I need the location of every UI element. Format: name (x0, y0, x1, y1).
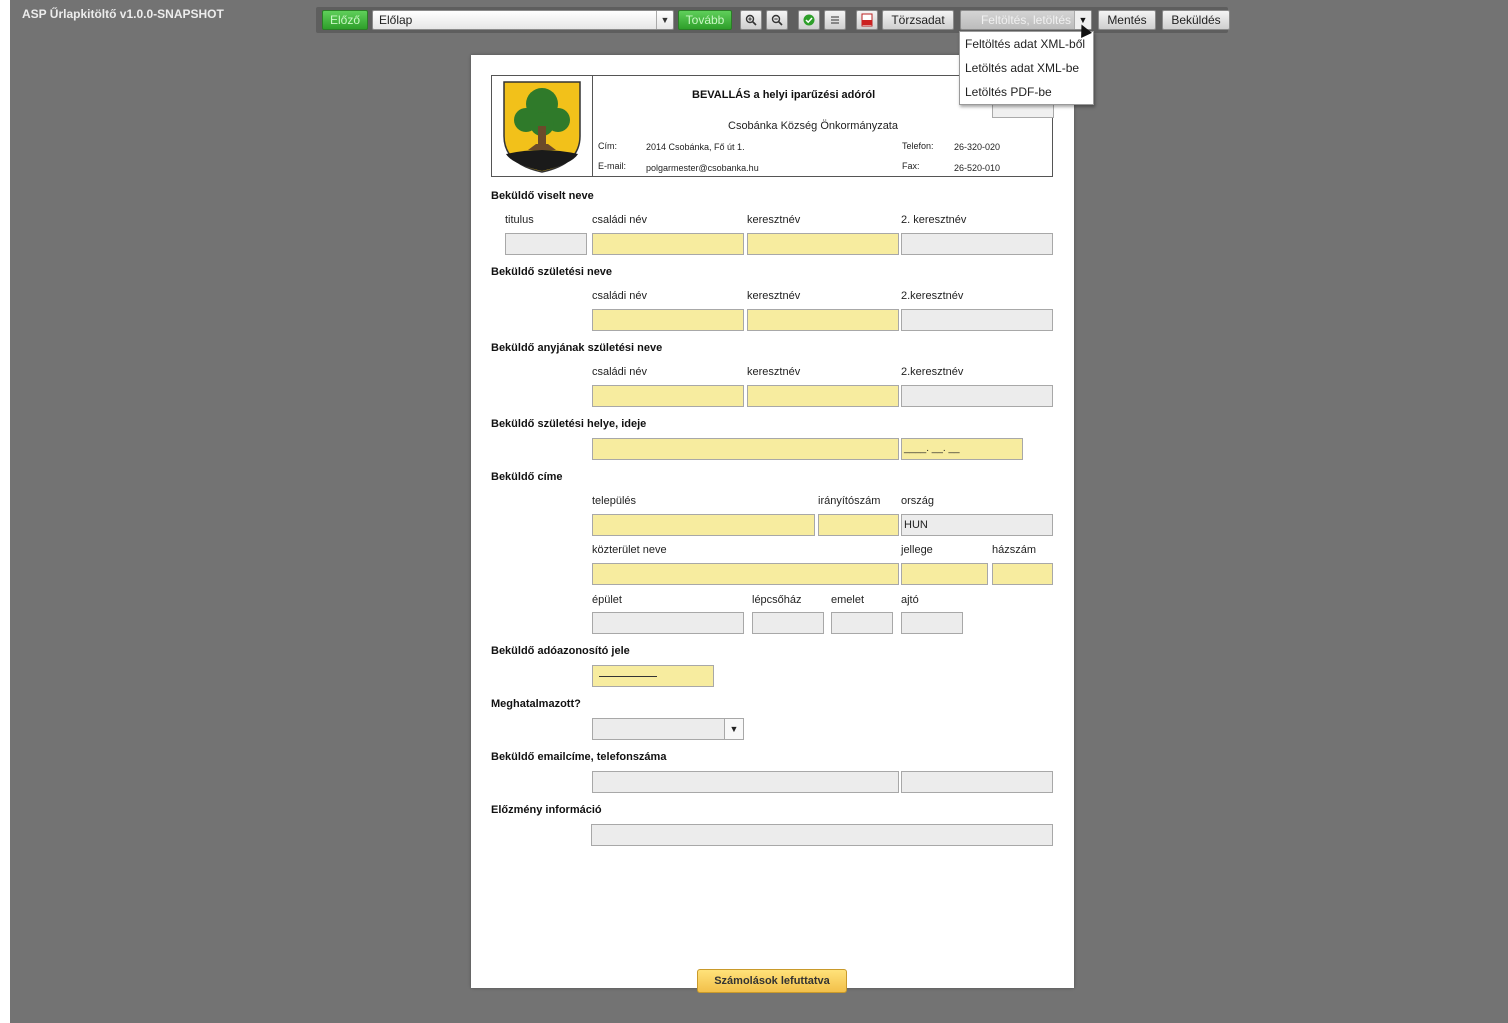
submit-button[interactable]: Beküldés (1162, 10, 1230, 30)
menu-item-upload-xml[interactable]: Feltöltés adat XML-ből (960, 32, 1093, 56)
phone-value: 26-320-020 (954, 142, 1001, 152)
address-label: Cím: (598, 141, 617, 151)
house-number-input[interactable] (992, 563, 1053, 585)
label-door: ajtó (901, 594, 919, 606)
birth-date-input[interactable]: ____. __. __ (901, 438, 1023, 460)
building-input[interactable] (592, 612, 744, 634)
label-mother-family-name: családi név (592, 366, 648, 378)
phone-label: Telefon: (902, 141, 934, 151)
section-address: Beküldő címe (491, 471, 563, 483)
mother-given-name-input[interactable] (747, 385, 899, 407)
app-title: ASP Űrlapkitöltő v1.0.0-SNAPSHOT (22, 7, 224, 21)
label-second-given-name: 2. keresztnév (901, 214, 967, 226)
section-contact: Beküldő emailcíme, telefonszáma (491, 751, 667, 763)
label-birth-given-name: keresztnév (747, 290, 801, 302)
family-name-input[interactable] (592, 233, 744, 255)
upload-download-menu: Feltöltés adat XML-ből Letöltés adat XML… (959, 31, 1094, 105)
section-birth-place: Beküldő születési helye, ideje (491, 418, 647, 430)
label-country: ország (901, 495, 935, 507)
crest (492, 76, 593, 176)
label-street-type: jellege (901, 544, 933, 556)
label-building: épület (592, 594, 622, 606)
section-tax-id: Beküldő adóazonosító jele (491, 645, 630, 657)
list-icon (831, 16, 839, 24)
toolbar: Előző Előlap ▼ Tovább Törzsadat Feltölté… (316, 7, 1230, 33)
prev-button[interactable]: Előző (322, 10, 368, 30)
chevron-down-icon: ▼ (724, 719, 743, 739)
zoom-out-icon (771, 14, 783, 26)
list-button[interactable] (824, 10, 846, 30)
zoom-in-icon (745, 14, 757, 26)
label-given-name: keresztnév (747, 214, 801, 226)
birth-given-name-input[interactable] (747, 309, 899, 331)
upload-download-button[interactable]: Feltöltés, letöltés ▼ (960, 10, 1092, 30)
section-mother-name: Beküldő anyjának születési neve (491, 342, 663, 354)
second-given-name-input[interactable] (901, 233, 1053, 255)
master-data-button[interactable]: Törzsadat (882, 10, 954, 30)
mother-second-given-name-input[interactable] (901, 385, 1053, 407)
birth-place-input[interactable] (592, 438, 899, 460)
zoom-in-button[interactable] (740, 10, 762, 30)
mother-family-name-input[interactable] (592, 385, 744, 407)
contact-phone-input[interactable] (901, 771, 1053, 793)
label-mother-second-given-name: 2.keresztnév (901, 366, 964, 378)
address-value: 2014 Csobánka, Fő út 1. (646, 142, 745, 152)
street-type-input[interactable] (901, 563, 988, 585)
form-page: BEVALLÁS a helyi iparűzési adóról Csobán… (471, 55, 1074, 993)
door-input[interactable] (901, 612, 963, 634)
calculations-button[interactable]: Számolások lefuttatva (697, 969, 847, 993)
authorized-select[interactable]: ▼ (592, 718, 744, 740)
form-title: BEVALLÁS a helyi iparűzési adóról (692, 89, 876, 101)
birth-family-name-input[interactable] (592, 309, 744, 331)
save-button[interactable]: Mentés (1098, 10, 1156, 30)
next-button[interactable]: Tovább (678, 10, 732, 30)
check-button[interactable] (798, 10, 820, 30)
given-name-input[interactable] (747, 233, 899, 255)
coat-of-arms-icon (503, 81, 581, 173)
label-family-name: családi név (592, 214, 648, 226)
page-select[interactable]: Előlap ▼ (372, 10, 674, 30)
fax-value: 26-520-010 (954, 163, 1001, 173)
titulus-input[interactable] (505, 233, 587, 255)
zoom-out-button[interactable] (766, 10, 788, 30)
pdf-button[interactable] (856, 10, 878, 30)
section-authorized: Meghatalmazott? (491, 698, 581, 710)
app-window: ASP Űrlapkitöltő v1.0.0-SNAPSHOT Előző E… (10, 0, 1508, 1023)
pdf-icon (861, 13, 873, 27)
upload-download-label: Feltöltés, letöltés (980, 13, 1072, 27)
section-name: Beküldő viselt neve (491, 190, 594, 202)
label-birth-second-given-name: 2.keresztnév (901, 290, 964, 302)
floor-input[interactable] (831, 612, 893, 634)
menu-item-download-pdf[interactable]: Letöltés PDF-be (960, 80, 1093, 104)
stairs-input[interactable] (752, 612, 824, 634)
chevron-down-icon: ▼ (656, 11, 673, 29)
label-birth-family-name: családi név (592, 290, 648, 302)
fax-label: Fax: (902, 161, 920, 171)
tax-id-input[interactable] (592, 665, 714, 687)
label-mother-given-name: keresztnév (747, 366, 801, 378)
birth-second-given-name-input[interactable] (901, 309, 1053, 331)
country-input[interactable]: HUN (901, 514, 1053, 536)
organization-name: Csobánka Község Önkormányzata (728, 120, 898, 132)
contact-email-input[interactable] (592, 771, 899, 793)
label-stairs: lépcsőház (752, 594, 802, 606)
label-house-number: házszám (992, 544, 1037, 556)
page-select-value: Előlap (379, 13, 413, 27)
label-floor: emelet (831, 594, 865, 606)
street-input[interactable] (592, 563, 899, 585)
history-input[interactable] (591, 824, 1053, 846)
label-town: település (592, 495, 637, 507)
zip-input[interactable] (818, 514, 899, 536)
email-label: E-mail: (598, 161, 627, 171)
label-street: közterület neve (592, 544, 667, 556)
check-icon (803, 14, 815, 26)
label-titulus: titulus (505, 214, 534, 226)
menu-item-download-xml[interactable]: Letöltés adat XML-be (960, 56, 1093, 80)
label-zip: irányítószám (818, 495, 881, 507)
section-history: Előzmény információ (491, 804, 602, 816)
section-birth-name: Beküldő születési neve (491, 266, 613, 278)
town-input[interactable] (592, 514, 815, 536)
email-value: polgarmester@csobanka.hu (646, 163, 759, 173)
